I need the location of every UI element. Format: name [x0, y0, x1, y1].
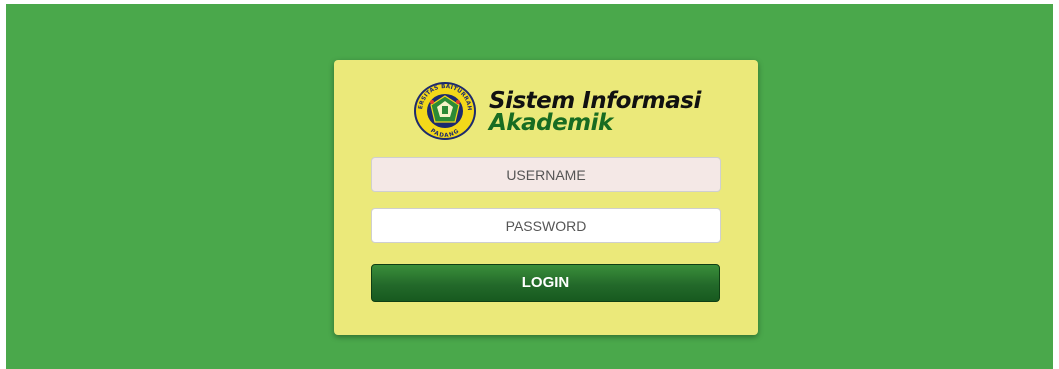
brand-header: UNIVERSITAS BAITURRAHMAH PADANG Sistem I… [412, 80, 701, 142]
login-card: UNIVERSITAS BAITURRAHMAH PADANG Sistem I… [334, 60, 758, 335]
university-seal-icon: UNIVERSITAS BAITURRAHMAH PADANG [412, 80, 476, 140]
password-input[interactable] [371, 208, 721, 243]
username-input[interactable] [371, 157, 721, 192]
login-button[interactable]: LOGIN [371, 264, 720, 302]
page-background: UNIVERSITAS BAITURRAHMAH PADANG Sistem I… [6, 4, 1053, 369]
app-title-line2: Akademik [489, 110, 613, 136]
